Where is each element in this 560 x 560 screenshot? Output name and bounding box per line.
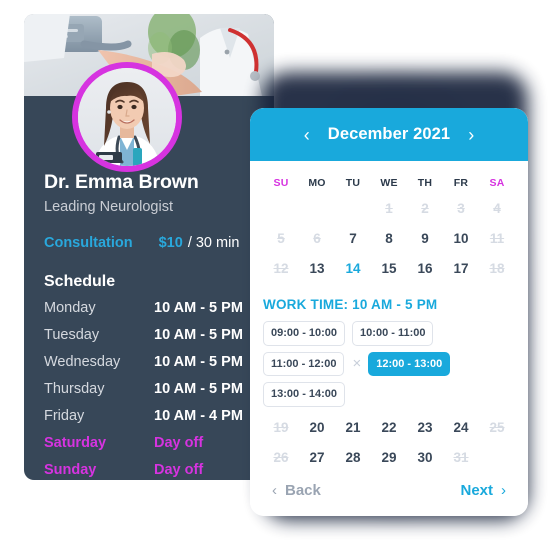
weekday-header-fr: FR bbox=[453, 177, 469, 189]
calendar-day-cell: 4 bbox=[493, 200, 501, 216]
time-slot[interactable]: 09:00 - 10:00 bbox=[263, 321, 346, 346]
calendar-day-cell[interactable]: 24 bbox=[443, 413, 479, 443]
calendar-day-cell: 6 bbox=[313, 230, 321, 246]
schedule-day: Thursday bbox=[44, 381, 105, 397]
weekday-header-su: SU bbox=[273, 177, 289, 189]
schedule-row: Friday 10 AM - 4 PM bbox=[44, 408, 254, 435]
schedule-day: Sunday bbox=[44, 462, 97, 478]
schedule-hours: Day off bbox=[154, 435, 204, 451]
doctor-profile-card: Dr. Emma Brown Leading Neurologist Consu… bbox=[24, 14, 274, 480]
calendar-day-empty bbox=[335, 193, 371, 223]
prev-month-icon[interactable]: ‹ bbox=[302, 126, 312, 144]
schedule-hours: 10 AM - 5 PM bbox=[154, 327, 243, 343]
weekday-header-tu: TU bbox=[345, 177, 361, 189]
calendar-day-cell[interactable]: 14 bbox=[335, 253, 371, 283]
schedule-hours: 10 AM - 5 PM bbox=[154, 381, 243, 397]
next-month-icon[interactable]: › bbox=[466, 126, 476, 144]
schedule-day: Monday bbox=[44, 300, 96, 316]
calendar-day-cell[interactable]: 7 bbox=[335, 223, 371, 253]
time-slot-selected[interactable]: 12:00 - 13:00 bbox=[368, 351, 451, 377]
work-time-label: WORK TIME: 10 AM - 5 PM bbox=[263, 297, 438, 312]
schedule-hours: 10 AM - 5 PM bbox=[154, 300, 243, 316]
schedule-row: Saturday Day off bbox=[44, 435, 254, 462]
calendar-day-cell[interactable]: 22 bbox=[371, 413, 407, 443]
avatar-photo bbox=[78, 68, 176, 166]
calendar-day-cell: 25 bbox=[489, 420, 505, 436]
calendar-day-cell[interactable]: 20 bbox=[299, 413, 335, 443]
weekday-header-row: SU MO TU WE TH FR SA bbox=[263, 161, 515, 193]
doctor-role: Leading Neurologist bbox=[44, 199, 173, 215]
time-slot-list: 09:00 - 10:00 10:00 - 11:00 11:00 - 12:00 ×… bbox=[263, 321, 515, 407]
calendar-day-cell: 11 bbox=[489, 230, 505, 246]
calendar-header: ‹ December 2021 › bbox=[250, 108, 528, 161]
schedule-row: Monday 10 AM - 5 PM bbox=[44, 300, 254, 327]
calendar-week-row: 1 2 3 4 bbox=[263, 193, 515, 223]
calendar-day-cell: 3 bbox=[457, 200, 465, 216]
schedule-day: Tuesday bbox=[44, 327, 100, 343]
calendar-day-cell[interactable]: 9 bbox=[407, 223, 443, 253]
time-slot[interactable]: 13:00 - 14:00 bbox=[263, 382, 346, 407]
calendar-day-cell: 5 bbox=[277, 230, 285, 246]
schedule-row: Thursday 10 AM - 5 PM bbox=[44, 381, 254, 408]
calendar-day-empty bbox=[299, 193, 335, 223]
back-button[interactable]: ‹ Back bbox=[272, 482, 321, 499]
calendar-day-cell[interactable]: 10 bbox=[443, 223, 479, 253]
calendar-day-cell: 1 bbox=[385, 200, 393, 216]
calendar-week-row: 5 6 7 8 9 10 11 bbox=[263, 223, 515, 253]
calendar-day-cell: 12 bbox=[273, 260, 289, 276]
schedule-day: Friday bbox=[44, 408, 85, 424]
next-button[interactable]: Next › bbox=[460, 482, 506, 499]
calendar-day-cell[interactable]: 17 bbox=[443, 253, 479, 283]
consultation-price: $10 bbox=[158, 235, 183, 251]
calendar-day-cell[interactable]: 23 bbox=[407, 413, 443, 443]
schedule-day: Saturday bbox=[44, 435, 107, 451]
calendar-footer: ‹ Back Next › bbox=[250, 464, 528, 516]
calendar-week-row: 12 13 14 15 16 17 18 bbox=[263, 253, 515, 283]
work-time-section: WORK TIME: 10 AM - 5 PM 09:00 - 10:00 10:… bbox=[250, 283, 528, 407]
schedule-row: Wednesday 10 AM - 5 PM bbox=[44, 354, 254, 381]
time-slot[interactable]: 11:00 - 12:00 bbox=[263, 351, 345, 377]
consultation-label: Consultation bbox=[44, 235, 133, 251]
calendar-day-cell[interactable]: 15 bbox=[371, 253, 407, 283]
schedule-hours: 10 AM - 5 PM bbox=[154, 354, 243, 370]
time-slot[interactable]: 10:00 - 11:00 bbox=[352, 321, 434, 346]
calendar-weeks-top: 1 2 3 4 5 6 7 8 9 10 11 12 13 14 15 16 17 18 bbox=[263, 193, 515, 283]
weekday-header-we: WE bbox=[380, 177, 398, 189]
booking-calendar-card: ‹ December 2021 › SU MO TU WE TH FR SA 1234567… bbox=[250, 108, 528, 516]
weekday-header-th: TH bbox=[417, 177, 433, 189]
schedule-day: Wednesday bbox=[44, 354, 121, 370]
next-button-label: Next bbox=[460, 481, 493, 499]
calendar-day-cell[interactable]: 13 bbox=[299, 253, 335, 283]
schedule-list: Monday 10 AM - 5 PM Tuesday 10 AM - 5 PM Wed… bbox=[44, 300, 254, 480]
app-root: Dr. Emma Brown Leading Neurologist Consu… bbox=[0, 0, 560, 560]
chevron-right-icon: › bbox=[501, 481, 506, 499]
schedule-hours: 10 AM - 4 PM bbox=[154, 408, 243, 424]
calendar-day-cell: 2 bbox=[421, 200, 429, 216]
close-icon[interactable]: × bbox=[352, 356, 361, 371]
calendar-day-cell[interactable]: 16 bbox=[407, 253, 443, 283]
back-button-label: Back bbox=[285, 481, 321, 499]
weekday-header-sa: SA bbox=[489, 177, 505, 189]
calendar-day-cell[interactable]: 21 bbox=[335, 413, 371, 443]
schedule-row: Sunday Day off bbox=[44, 462, 254, 480]
consultation-row: Consultation $10 / 30 min bbox=[44, 235, 254, 251]
chevron-left-icon: ‹ bbox=[272, 481, 277, 499]
weekday-header-mo: MO bbox=[308, 177, 326, 189]
schedule-row: Tuesday 10 AM - 5 PM bbox=[44, 327, 254, 354]
avatar bbox=[72, 62, 182, 172]
calendar-month-title: December 2021 bbox=[327, 125, 451, 143]
calendar-body: SU MO TU WE TH FR SA 1 2 3 4 5 6 7 8 9 10 11 12 13 14 15 16 17… bbox=[250, 161, 528, 283]
calendar-day-cell: 18 bbox=[489, 260, 505, 276]
consultation-unit: / 30 min bbox=[187, 235, 240, 251]
calendar-day-cell: 19 bbox=[273, 420, 289, 436]
calendar-week-row: 19 20 21 22 23 24 25 bbox=[263, 413, 515, 443]
calendar-day-empty bbox=[263, 193, 299, 223]
schedule-title: Schedule bbox=[44, 273, 116, 290]
calendar-day-cell[interactable]: 8 bbox=[371, 223, 407, 253]
schedule-hours: Day off bbox=[154, 462, 204, 478]
doctor-name: Dr. Emma Brown bbox=[44, 171, 199, 193]
